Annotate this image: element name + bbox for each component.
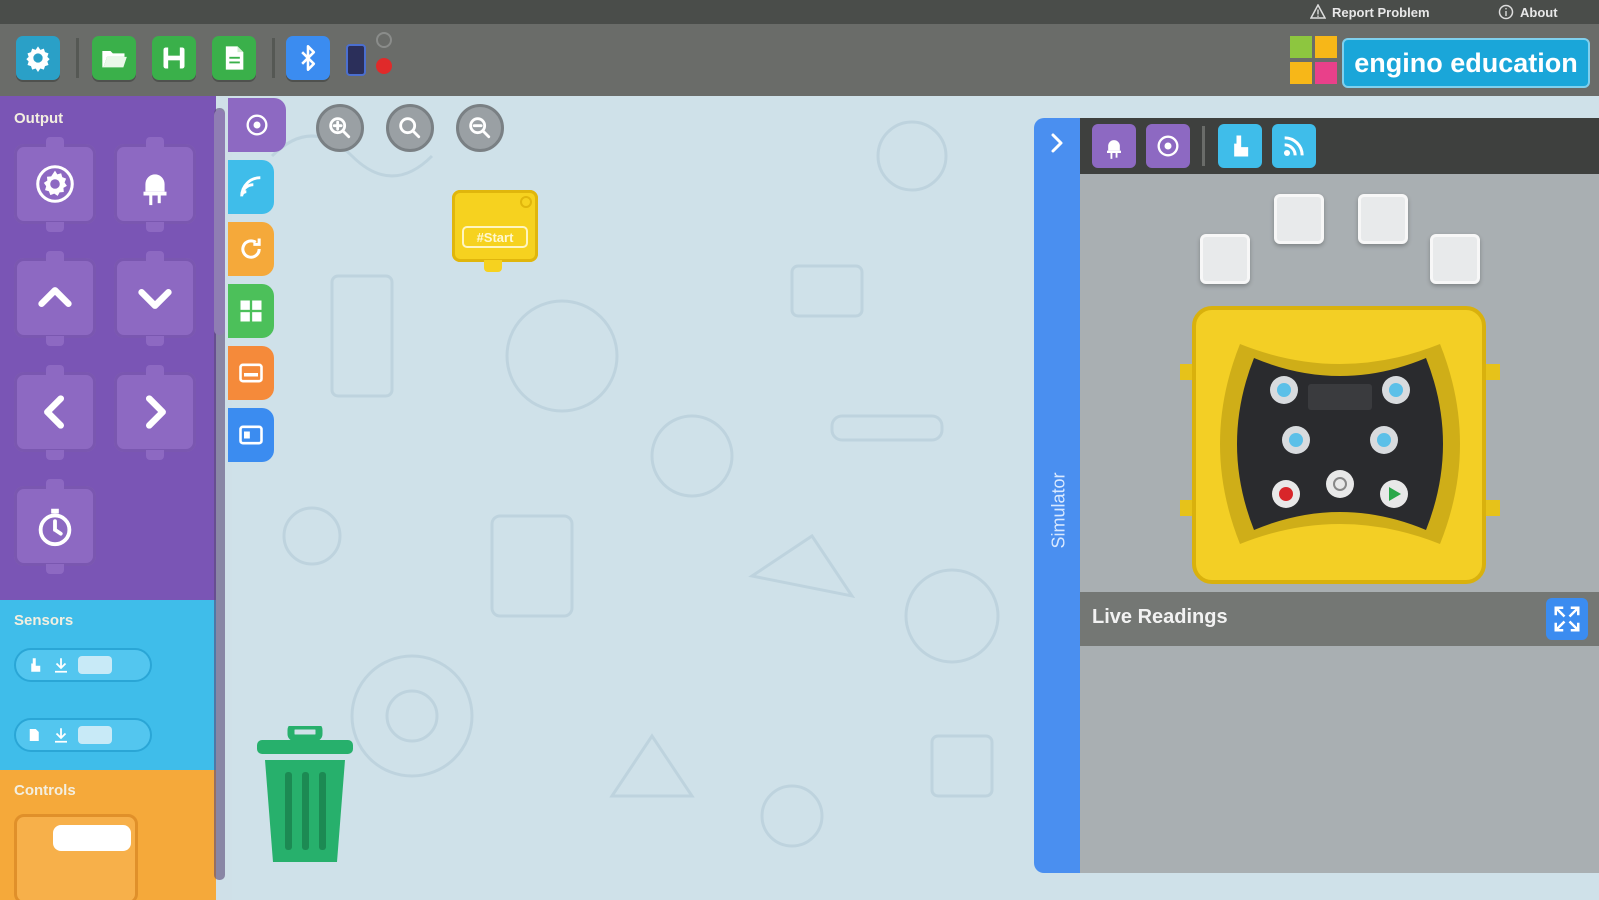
sensors-category-title: Sensors <box>14 612 74 629</box>
ir-sensor-block[interactable] <box>14 718 152 752</box>
port-slot[interactable] <box>1358 194 1408 244</box>
port-slot[interactable] <box>1430 234 1480 284</box>
tab-controls[interactable] <box>228 222 274 276</box>
start-block[interactable]: #Start <box>452 190 538 262</box>
start-block-connector <box>484 260 502 272</box>
trash-icon[interactable] <box>255 726 355 866</box>
live-readings-title: Live Readings <box>1092 606 1228 628</box>
new-file-icon <box>225 46 244 70</box>
toolbar-divider <box>272 38 275 78</box>
info-icon <box>1498 4 1514 20</box>
report-problem-label: Report Problem <box>1332 4 1430 20</box>
tab-variables[interactable] <box>228 346 274 400</box>
arrow-up-icon <box>38 287 72 308</box>
simulator-tab-label: Simulator <box>1048 472 1069 549</box>
display-icon <box>239 425 263 445</box>
turn-left-block[interactable] <box>14 365 96 460</box>
sim-ir-sensor-button[interactable] <box>1272 124 1316 168</box>
arrow-right-icon <box>145 395 166 429</box>
arrow-down-icon <box>138 288 172 309</box>
new-file-button[interactable] <box>212 36 256 80</box>
zoom-in-button[interactable] <box>316 104 364 152</box>
settings-button[interactable] <box>16 36 60 80</box>
led-icon <box>143 174 167 206</box>
connection-dot-idle <box>376 32 392 48</box>
engino-logo-icon <box>1290 36 1337 84</box>
ir-sensor-icon <box>29 729 39 741</box>
save-button[interactable] <box>152 36 196 80</box>
start-block-label: #Start <box>462 226 528 248</box>
warning-icon <box>1310 4 1326 19</box>
block-palette: Output Sensors Controls <box>0 96 232 900</box>
motor-gear-icon <box>36 165 74 203</box>
port-slot[interactable] <box>1274 194 1324 244</box>
touch-sensor-icon <box>31 658 41 672</box>
rss-signal-icon <box>1283 136 1304 157</box>
sensors-category: Sensors <box>0 600 216 770</box>
folder-open-icon <box>102 51 127 68</box>
bluetooth-button[interactable] <box>286 36 330 80</box>
gear-icon <box>26 46 50 72</box>
wait-block[interactable] <box>14 479 96 574</box>
touch-sensor-block[interactable] <box>14 648 152 682</box>
sim-touch-sensor-button[interactable] <box>1218 124 1262 168</box>
move-forward-block[interactable] <box>14 251 96 346</box>
controls-category-title: Controls <box>14 782 76 799</box>
touch-sensor-icon <box>1234 135 1249 157</box>
output-category-title: Output <box>14 110 64 127</box>
download-icon <box>55 658 67 673</box>
about-link[interactable]: About <box>1498 4 1558 20</box>
timer-icon <box>38 508 72 547</box>
expand-button[interactable] <box>1546 598 1588 640</box>
loop-count-input[interactable] <box>53 825 131 851</box>
value-slot[interactable] <box>78 726 112 744</box>
variable-icon <box>239 363 263 383</box>
loop-block[interactable] <box>14 814 138 900</box>
move-backward-block[interactable] <box>114 251 196 346</box>
loop-icon <box>241 238 261 259</box>
open-button[interactable] <box>92 36 136 80</box>
grid-icon <box>240 300 262 322</box>
arrow-left-icon <box>44 395 65 429</box>
value-slot[interactable] <box>78 656 112 674</box>
connection-dot-disconnected <box>376 58 392 74</box>
sim-toolbar-divider <box>1202 126 1205 166</box>
toolbar-divider <box>76 38 79 78</box>
led-icon <box>1107 140 1121 159</box>
wifi-sensor-icon <box>240 176 261 197</box>
tab-sensors[interactable] <box>228 160 274 214</box>
live-readings-panel <box>1080 646 1599 873</box>
erp-controller-image <box>1180 306 1500 584</box>
save-icon <box>163 47 185 69</box>
brand-logo-text: engino education <box>1342 38 1590 88</box>
report-problem-link[interactable]: Report Problem <box>1310 4 1430 20</box>
start-block-close-icon[interactable] <box>520 196 532 208</box>
sim-led-button[interactable] <box>1092 124 1136 168</box>
download-icon <box>55 728 67 743</box>
chevron-right-icon[interactable] <box>1048 132 1066 154</box>
motor-gear-icon <box>1157 135 1179 157</box>
turn-right-block[interactable] <box>114 365 196 460</box>
zoom-in-icon <box>329 117 351 139</box>
gear-icon <box>246 114 268 136</box>
palette-scroll-thumb[interactable] <box>214 110 225 335</box>
tab-display[interactable] <box>228 408 274 462</box>
port-slot[interactable] <box>1200 234 1250 284</box>
zoom-out-icon <box>469 117 491 139</box>
tab-operators[interactable] <box>228 284 274 338</box>
expand-icon <box>1554 606 1580 632</box>
sim-motor-button[interactable] <box>1146 124 1190 168</box>
led-block[interactable] <box>114 137 196 232</box>
motor-block[interactable] <box>14 137 96 232</box>
controls-category: Controls <box>0 770 216 900</box>
zoom-out-button[interactable] <box>456 104 504 152</box>
tab-output[interactable] <box>228 98 286 152</box>
about-label: About <box>1520 4 1558 20</box>
bluetooth-icon <box>301 45 316 71</box>
battery-indicator <box>346 44 366 76</box>
zoom-reset-button[interactable] <box>386 104 434 152</box>
output-category: Output <box>0 96 216 600</box>
zoom-reset-icon <box>399 117 421 139</box>
